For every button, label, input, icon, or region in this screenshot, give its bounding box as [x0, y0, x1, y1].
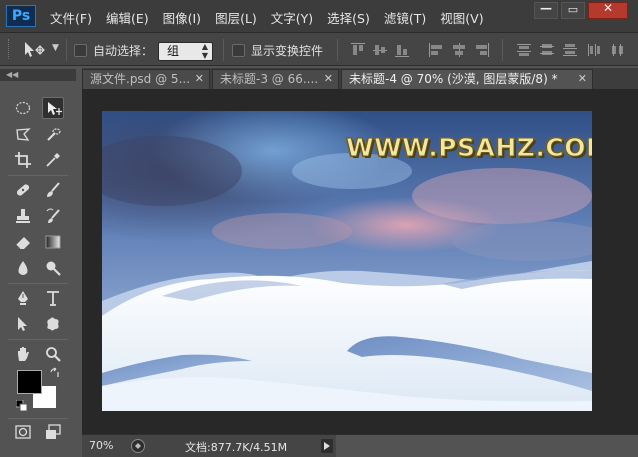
lasso-icon[interactable] [12, 124, 34, 146]
tools-panel: ◀◀ [0, 69, 76, 449]
foreground-color-swatch[interactable] [17, 370, 42, 394]
app-logo: Ps [6, 5, 36, 27]
menu-image[interactable]: 图像(I) [163, 8, 201, 27]
brush-icon[interactable] [42, 179, 64, 201]
healing-brush-icon[interactable] [12, 179, 34, 201]
stepper-arrows-icon: ▲ ▼ [201, 42, 208, 60]
show-transform-checkbox[interactable] [232, 44, 245, 57]
close-icon[interactable]: ✕ [324, 70, 333, 88]
collapse-icon[interactable]: ◀◀ [0, 69, 76, 81]
zoom-level[interactable]: 70% [89, 439, 113, 452]
history-brush-icon[interactable] [42, 205, 64, 227]
doc-profile-icon[interactable] [130, 438, 146, 454]
close-icon[interactable]: ✕ [578, 70, 587, 88]
screen-mode-icon[interactable] [42, 421, 64, 443]
align-right-edges-icon[interactable] [474, 43, 490, 57]
align-horizontal-centers-icon[interactable] [451, 43, 467, 57]
distribute-horizontal-centers-icon[interactable] [610, 43, 626, 57]
status-bar: 70% 文档:877.7K/4.51M [82, 434, 638, 457]
divider [66, 39, 67, 61]
type-icon[interactable] [42, 287, 64, 309]
menu-bar: Ps 文件(F) 编辑(E) 图像(I) 图层(L) 文字(Y) 选择(S) 滤… [0, 0, 638, 33]
swap-colors-icon[interactable] [49, 367, 61, 379]
align-vertical-centers-icon[interactable] [372, 43, 388, 57]
auto-select-value: 组 [167, 44, 180, 58]
distribute-top-icon[interactable] [516, 43, 532, 57]
tool-preset-picker[interactable]: ▼ [22, 41, 62, 59]
menu-layer[interactable]: 图层(L) [215, 8, 257, 27]
tab-untitled-3[interactable]: 未标题-3 @ 66.... ✕ [212, 69, 339, 89]
close-icon[interactable]: ✕ [588, 1, 628, 19]
eraser-icon[interactable] [12, 231, 34, 253]
divider [502, 39, 503, 61]
eyedropper-icon[interactable] [42, 149, 64, 171]
clone-stamp-icon[interactable] [12, 205, 34, 227]
auto-select-label: 自动选择： [93, 44, 154, 58]
options-bar: ▼ 自动选择： 组 ▲ ▼ 显示变换控件 [0, 33, 638, 66]
path-selection-icon[interactable] [12, 313, 34, 335]
custom-shape-icon[interactable] [42, 313, 64, 335]
distribute-bottom-icon[interactable] [562, 43, 578, 57]
quick-mask-icon[interactable] [12, 421, 34, 443]
grip-handle[interactable] [8, 39, 12, 59]
menu-file[interactable]: 文件(F) [50, 8, 92, 27]
divider [337, 39, 338, 61]
watermark-text: WWW.PSAHZ.COM [345, 133, 592, 163]
move-icon[interactable] [42, 97, 64, 119]
tab-label: 未标题-3 @ 66.... [220, 72, 319, 86]
blur-icon[interactable] [12, 257, 34, 279]
zoom-icon[interactable] [42, 343, 64, 365]
pen-icon[interactable] [12, 287, 34, 309]
status-menu-arrow-icon[interactable] [321, 439, 333, 453]
tab-untitled-4[interactable]: 未标题-4 @ 70% (沙漠, 图层蒙版/8) * ✕ [341, 69, 593, 89]
document-tabs: 源文件.psd @ 5... ✕ 未标题-3 @ 66.... ✕ 未标题-4 … [82, 68, 638, 89]
menu-filter[interactable]: 滤镜(T) [384, 8, 426, 27]
divider [8, 339, 68, 340]
distribute-vertical-centers-icon[interactable] [539, 43, 555, 57]
restore-icon[interactable]: ▭ [561, 2, 585, 19]
dodge-icon[interactable] [42, 257, 64, 279]
menu-edit[interactable]: 编辑(E) [106, 8, 149, 27]
chevron-down-icon: ▼ [52, 43, 59, 53]
show-transform-label: 显示变换控件 [251, 44, 324, 58]
move-tool-icon [25, 42, 45, 57]
align-bottom-edges-icon[interactable] [394, 43, 410, 57]
document-size-info: 文档:877.7K/4.51M [185, 441, 288, 454]
divider [8, 283, 68, 284]
distribute-left-icon[interactable] [587, 43, 603, 57]
elliptical-marquee-icon[interactable] [12, 97, 34, 119]
menu-type[interactable]: 文字(Y) [271, 8, 313, 27]
hand-icon[interactable] [12, 343, 34, 365]
status-bar-blank [336, 435, 638, 457]
close-icon[interactable]: ✕ [195, 70, 204, 88]
menu-select[interactable]: 选择(S) [327, 8, 370, 27]
auto-select-dropdown[interactable]: 组 ▲ ▼ [158, 42, 213, 61]
default-colors-icon[interactable] [16, 400, 28, 412]
divider [8, 418, 68, 419]
gradient-icon[interactable] [42, 231, 64, 253]
divider [8, 175, 68, 176]
tab-label: 未标题-4 @ 70% (沙漠, 图层蒙版/8) * [349, 72, 558, 86]
tab-label: 源文件.psd @ 5... [90, 72, 191, 86]
divider [223, 39, 224, 61]
minimize-icon[interactable]: — [534, 1, 558, 19]
align-top-edges-icon[interactable] [350, 43, 366, 57]
canvas-workspace: WWW.PSAHZ.COM [82, 89, 638, 434]
main-menu: 文件(F) 编辑(E) 图像(I) 图层(L) 文字(Y) 选择(S) 滤镜(T… [50, 8, 498, 27]
tab-source-file[interactable]: 源文件.psd @ 5... ✕ [82, 69, 210, 89]
align-left-edges-icon[interactable] [428, 43, 444, 57]
crop-icon[interactable] [12, 149, 34, 171]
document-canvas[interactable]: WWW.PSAHZ.COM [102, 111, 592, 411]
window-controls: — ▭ ✕ [531, 1, 628, 19]
auto-select-checkbox[interactable] [74, 44, 87, 57]
quick-selection-icon[interactable] [42, 124, 64, 146]
menu-view[interactable]: 视图(V) [440, 8, 483, 27]
photoshop-window: Ps 文件(F) 编辑(E) 图像(I) 图层(L) 文字(Y) 选择(S) 滤… [0, 0, 638, 457]
